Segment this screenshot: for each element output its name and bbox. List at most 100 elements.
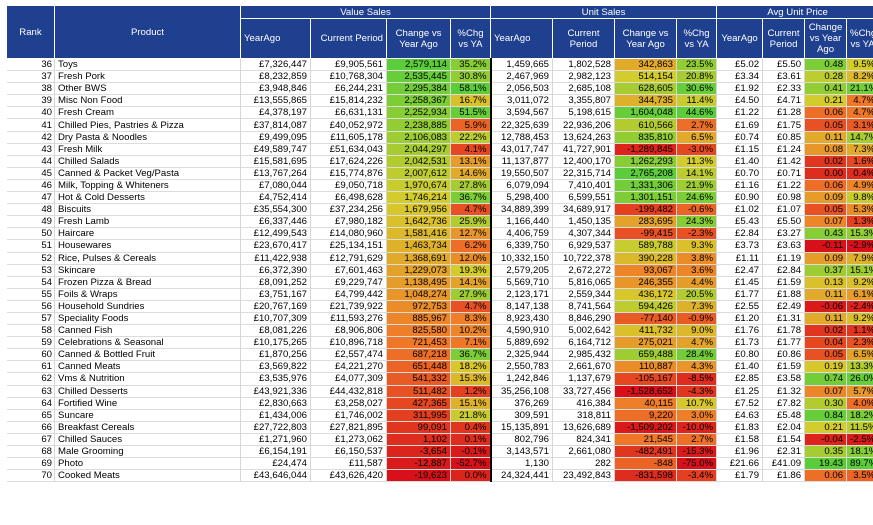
price-change-cell: 0.02 xyxy=(804,155,848,168)
unit-pct-change-cell: 2.7% xyxy=(676,433,718,446)
unit-pct-change-cell: 4.7% xyxy=(676,336,718,349)
price-pct-change-header[interactable]: %Chg vs YA xyxy=(846,18,873,59)
table-row[interactable]: 49 Fresh Lamb £6,337,446 £7,980,182 1,642,73… xyxy=(6,215,873,228)
table-row[interactable]: 39 Misc Non Food £13,555,865 £15,814,232 2,2… xyxy=(6,94,873,107)
table-row[interactable]: 64 Fortified Wine £2,830,663 £3,258,027 427,… xyxy=(6,397,873,410)
price-pct-change-cell: 4.9% xyxy=(846,179,873,192)
table-row[interactable]: 47 Hot & Cold Desserts £4,752,414 £6,498,62… xyxy=(6,191,873,204)
value-change-cell: 427,365 xyxy=(386,397,451,410)
price-change-header[interactable]: Change vs Year Ago xyxy=(804,18,848,59)
value-yearago-cell: £8,091,252 xyxy=(240,276,311,289)
price-pct-change-cell: 4.7% xyxy=(846,106,873,119)
table-row[interactable]: 60 Canned & Bottled Fruit £1,870,256 £2,557… xyxy=(6,348,873,361)
value-pct-change-cell: 13.1% xyxy=(450,155,491,168)
unit-change-cell: 2,765,208 xyxy=(614,167,677,180)
value-pct-change-cell: 35.2% xyxy=(450,58,491,71)
price-yearago-cell: £1.02 xyxy=(716,203,764,216)
table-row[interactable]: 43 Fresh Milk £49,589,747 £51,634,043 2,044,… xyxy=(6,143,873,156)
unit-change-cell: 659,488 xyxy=(614,348,677,361)
table-row[interactable]: 51 Housewares £23,670,417 £25,134,151 1,463,… xyxy=(6,239,873,252)
price-yearago-cell: £1.11 xyxy=(716,252,764,265)
value-current-period-cell: £37,234,256 xyxy=(310,203,387,216)
table-row[interactable]: 45 Canned & Packet Veg/Pasta £13,767,264 £1… xyxy=(6,167,873,180)
unit-change-cell: 1,604,048 xyxy=(614,106,677,119)
table-row[interactable]: 63 Chilled Desserts £43,921,336 £44,432,818… xyxy=(6,385,873,398)
unit-change-cell: 1,331,306 xyxy=(614,179,677,192)
table-row[interactable]: 52 Rice, Pulses & Cereals £11,422,938 £12,7… xyxy=(6,252,873,265)
price-yearago-cell: £4.63 xyxy=(716,409,764,422)
unit-current-period-cell: 2,982,123 xyxy=(552,70,615,83)
unit-current-period-cell: 282 xyxy=(552,457,615,470)
rank-cell: 45 xyxy=(6,167,55,180)
product-cell: Chilled Desserts xyxy=(54,385,241,398)
unit-yearago-cell: 8,923,430 xyxy=(489,312,553,325)
unit-current-period-cell: 6,929,537 xyxy=(552,239,615,252)
value-current-period-cell: £4,221,270 xyxy=(310,360,387,373)
price-current-period-cell: £1.31 xyxy=(762,312,806,325)
table-row[interactable]: 37 Fresh Pork £8,232,859 £10,768,304 2,535,4… xyxy=(6,70,873,83)
unit-current-period-header[interactable]: Current Period xyxy=(552,18,615,59)
value-change-cell: 2,579,114 xyxy=(386,58,451,71)
table-row[interactable]: 62 Vms & Nutrition £3,535,976 £4,077,309 541… xyxy=(6,372,873,386)
value-change-cell: 2,238,885 xyxy=(386,118,451,132)
unit-current-period-cell: 13,626,689 xyxy=(552,421,615,434)
table-row[interactable]: 54 Frozen Pizza & Bread £8,091,252 £9,229,7… xyxy=(6,276,873,289)
value-current-period-header[interactable]: Current Period xyxy=(310,18,387,59)
unit-yearago-header[interactable]: YearAgo xyxy=(490,18,553,59)
unit-change-cell: -105,167 xyxy=(614,372,677,386)
table-row[interactable]: 65 Suncare £1,434,006 £1,746,002 311,995 21.8… xyxy=(6,409,873,422)
table-row[interactable]: 70 Cooked Meats £43,646,044 £43,626,420 -19,… xyxy=(6,469,873,482)
price-current-period-cell: £3.61 xyxy=(762,70,806,83)
table-row[interactable]: 38 Other BWS £3,948,846 £6,244,231 2,295,384… xyxy=(6,82,873,95)
unit-change-header[interactable]: Change vs Year Ago xyxy=(614,18,677,59)
table-row[interactable]: 68 Male Grooming £6,154,191 £6,150,537 -3,65… xyxy=(6,445,873,458)
product-cell: Chilled Pies, Pastries & Pizza xyxy=(54,118,241,132)
table-row[interactable]: 69 Photo £24,474 £11,587 -12,887 -52.7% 1,130 2… xyxy=(6,457,873,470)
unit-pct-change-cell: 20.5% xyxy=(676,288,718,301)
unit-pct-change-header[interactable]: %Chg vs YA xyxy=(675,18,718,59)
table-row[interactable]: 42 Dry Pasta & Noodles £9,499,095 £11,605,1… xyxy=(6,131,873,144)
table-row[interactable]: 50 Haircare £12,499,543 £14,080,960 1,581,41… xyxy=(6,227,873,240)
unit-change-cell: 589,788 xyxy=(614,239,677,252)
table-row[interactable]: 61 Canned Meats £3,569,822 £4,221,270 651,44… xyxy=(6,360,873,373)
value-change-header[interactable]: Change vs Year Ago xyxy=(386,18,451,59)
table-row[interactable]: 36 Toys £7,326,447 £9,905,561 2,579,114 35.2%… xyxy=(6,58,873,71)
table-row[interactable]: 57 Speciality Foods £10,707,309 £11,593,276… xyxy=(6,312,873,325)
unit-pct-change-cell: 11.4% xyxy=(676,94,718,107)
price-change-cell: 0.19 xyxy=(804,360,848,373)
value-yearago-header[interactable]: YearAgo xyxy=(240,18,311,59)
table-row[interactable]: 59 Celebrations & Seasonal £10,175,265 £10,… xyxy=(6,336,873,349)
price-change-cell: 0.09 xyxy=(804,252,848,265)
price-current-period-header[interactable]: Current Period xyxy=(762,18,806,59)
table-row[interactable]: 66 Breakfast Cereals £27,722,803 £27,821,89… xyxy=(6,421,873,434)
unit-current-period-cell: 7,410,401 xyxy=(552,179,615,192)
unit-yearago-cell: 1,459,665 xyxy=(489,58,553,71)
table-row[interactable]: 41 Chilled Pies, Pastries & Pizza £37,814,… xyxy=(6,118,873,132)
unit-current-period-cell: 23,492,843 xyxy=(552,469,615,482)
value-current-period-cell: £10,896,718 xyxy=(310,336,387,349)
rank-header[interactable]: Rank xyxy=(6,5,55,59)
value-pct-change-header[interactable]: %Chg vs YA xyxy=(450,18,491,59)
product-header[interactable]: Product xyxy=(54,5,241,59)
table-row[interactable]: 55 Foils & Wraps £3,751,167 £4,799,442 1,048… xyxy=(6,288,873,301)
unit-yearago-cell: 2,056,503 xyxy=(489,82,553,95)
value-pct-change-cell: 18.2% xyxy=(450,360,491,373)
price-yearago-cell: £1.96 xyxy=(716,445,764,458)
table-row[interactable]: 44 Chilled Salads £15,581,695 £17,624,226 2,… xyxy=(6,155,873,168)
price-pct-change-cell: 21.1% xyxy=(846,82,873,95)
table-row[interactable]: 48 Biscuits £35,554,300 £37,234,256 1,679,95… xyxy=(6,203,873,216)
price-yearago-header[interactable]: YearAgo xyxy=(716,18,764,59)
table-row[interactable]: 56 Household Sundries £20,767,169 £21,739,9… xyxy=(6,300,873,313)
table-row[interactable]: 53 Skincare £6,372,390 £7,601,463 1,229,073 1… xyxy=(6,264,873,277)
table-row[interactable]: 40 Fresh Cream £4,378,197 £6,631,131 2,252,9… xyxy=(6,106,873,119)
product-cell: Biscuits xyxy=(54,203,241,216)
table-row[interactable]: 58 Canned Fish £8,081,226 £8,906,806 825,580… xyxy=(6,324,873,337)
unit-change-cell: 390,228 xyxy=(614,252,677,265)
value-current-period-cell: £40,052,972 xyxy=(310,118,387,132)
value-change-cell: 2,044,297 xyxy=(386,143,451,156)
table-row[interactable]: 46 Milk, Topping & Whiteners £7,080,044 £9,… xyxy=(6,179,873,192)
price-pct-change-cell: 1.3% xyxy=(846,215,873,228)
price-yearago-cell: £1.58 xyxy=(716,433,764,446)
unit-current-period-cell: 2,661,080 xyxy=(552,445,615,458)
table-row[interactable]: 67 Chilled Sauces £1,271,960 £1,273,062 1,10… xyxy=(6,433,873,446)
